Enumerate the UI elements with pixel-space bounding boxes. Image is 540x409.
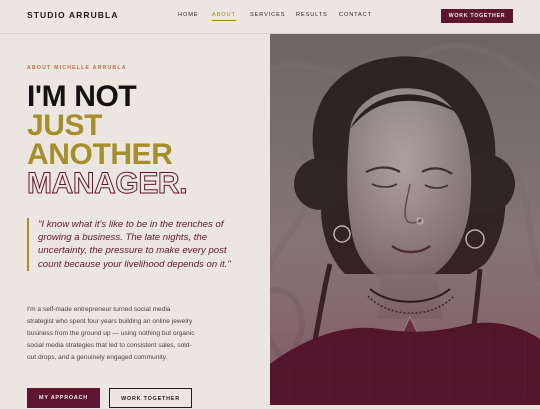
portrait-photo [270,34,540,405]
nav-link-results[interactable]: RESULTS [296,12,328,18]
headline-line-2: JUST [27,109,103,142]
nav-link-services[interactable]: SERVICES [250,12,285,18]
nav-link-contact[interactable]: CONTACT [339,12,372,18]
hero-headline: I'M NOT JUST ANOTHER MANAGER. [26,80,188,200]
work-together-button[interactable]: WORK TOGETHER [109,388,192,408]
nav-link-home[interactable]: HOME [178,12,198,18]
bio-paragraph: I'm a self-made entrepreneur turned soci… [27,306,195,361]
headline-line-4: MANAGER. [26,167,188,200]
eyebrow-label: ABOUT MICHELLE ARRUBLA [27,65,127,71]
my-approach-button[interactable]: MY APPROACH [27,388,100,408]
brand-logo[interactable]: STUDIO ARRUBLA [27,10,119,20]
work-together-nav-button[interactable]: WORK TOGETHER [441,9,513,23]
headline-line-3: ANOTHER [27,138,173,171]
nav-link-about[interactable]: ABOUT [212,12,236,21]
pull-quote-text: "I know what it's like to be in the tren… [38,219,231,270]
pull-quote: "I know what it's like to be in the tren… [27,218,232,271]
headline-line-1: I'M NOT [27,80,137,113]
top-navigation: STUDIO ARRUBLA HOME ABOUT SERVICES RESUL… [0,0,540,34]
portrait-illustration [270,34,540,405]
